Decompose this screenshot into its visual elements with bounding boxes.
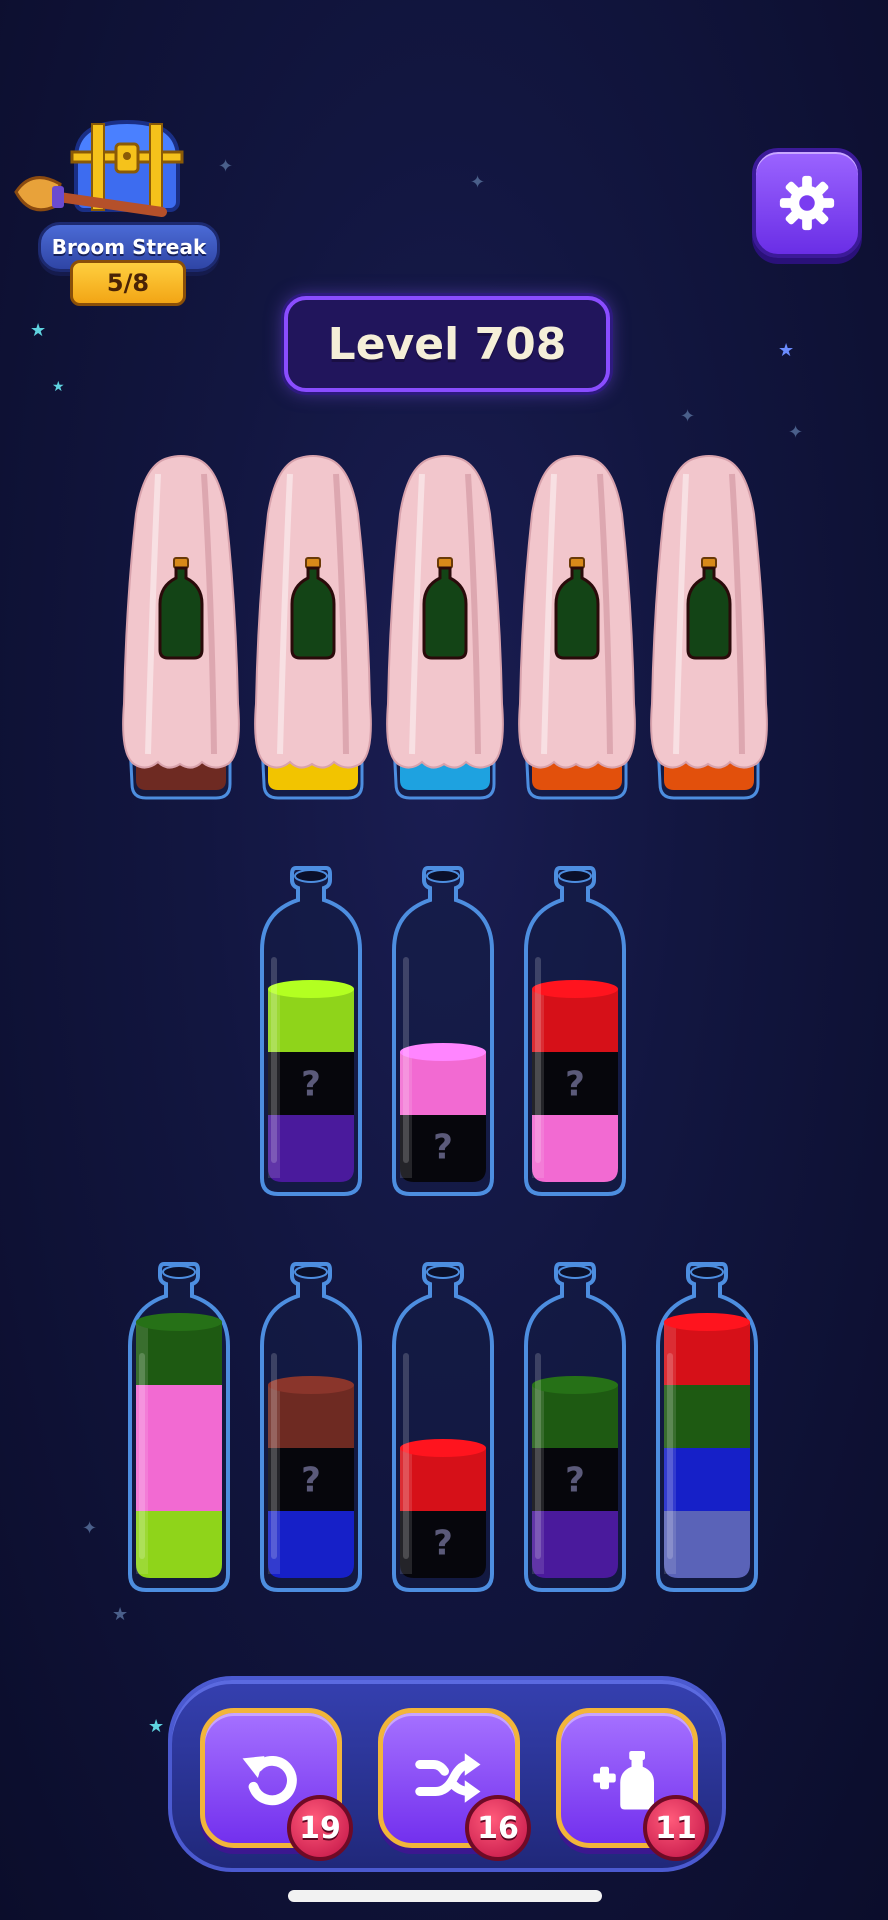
star-decoration: ✦ [218,156,234,177]
bottle[interactable] [124,1256,234,1596]
hidden-layer-question-mark: ? [301,1461,321,1501]
undo-count-badge: 19 [287,1795,353,1861]
liquid-layer-pink [532,1115,618,1182]
liquid-layer-green [664,1385,750,1448]
hidden-layer-question-mark: ? [433,1524,453,1564]
bottle-glass [128,1262,230,1592]
bottle[interactable]: ? [520,1256,630,1596]
bottle[interactable]: ? [388,860,498,1200]
covered-bottle[interactable] [250,454,372,804]
liquid-layer-purple [532,1511,618,1578]
broom-streak-widget[interactable]: Broom Streak 5/8 [12,118,220,306]
star-decoration: ✦ [470,172,486,193]
bottle[interactable]: ? [256,860,366,1200]
bottle[interactable]: ? [388,1256,498,1596]
covered-bottle[interactable] [514,454,636,804]
undo-button[interactable]: 19 [200,1708,353,1861]
covered-bottle[interactable] [382,454,504,804]
home-indicator [288,1890,602,1902]
star-decoration: ★ [52,379,65,395]
star-decoration: ✦ [680,406,696,427]
liquid-layer-blue [268,1511,354,1578]
hidden-layer-question-mark: ? [565,1461,585,1501]
hidden-layer-question-mark: ? [433,1128,453,1168]
hidden-layer-question-mark: ? [301,1065,321,1105]
liquid-layer-periwinkle [664,1511,750,1578]
bottle-glass: ? [524,1262,626,1592]
level-title: Level 708 [327,318,567,370]
liquid-layer-lime [268,980,354,1052]
liquid-layer-red [664,1313,750,1385]
liquid-layer-pink [136,1448,222,1511]
level-banner: Level 708 [284,296,610,392]
bottle[interactable] [652,1256,762,1596]
add-bottle-count-badge: 11 [643,1795,709,1861]
bottle-glass: ? [392,866,494,1196]
star-decoration: ✦ [82,1518,98,1539]
gear-icon [779,175,835,231]
covered-bottle[interactable] [118,454,240,804]
hidden-liquid-layer: ? [532,1448,618,1511]
liquid-layer-red [400,1439,486,1511]
shuffle-button[interactable]: 16 [378,1708,531,1861]
star-decoration: ★ [148,1716,165,1737]
settings-button[interactable] [752,148,862,258]
liquid-layer-green [532,1376,618,1448]
hidden-liquid-layer: ? [268,1448,354,1511]
hidden-liquid-layer: ? [400,1115,486,1182]
hidden-layer-question-mark: ? [565,1065,585,1105]
bottle[interactable]: ? [256,1256,366,1596]
covered-bottle[interactable] [646,454,768,804]
liquid-layer-red [532,980,618,1052]
shuffle-count-badge: 16 [465,1795,531,1861]
hidden-liquid-layer: ? [268,1052,354,1115]
bottle-glass [656,1262,758,1592]
liquid-layer-blue [664,1448,750,1511]
liquid-layer-purple [268,1115,354,1182]
broom-streak-progress: 5/8 [70,260,186,306]
hidden-liquid-layer: ? [532,1052,618,1115]
liquid-layer-pink [400,1043,486,1115]
star-decoration: ★ [778,340,795,361]
star-decoration: ★ [30,320,47,341]
liquid-layer-brown [268,1376,354,1448]
liquid-layer-pink [136,1385,222,1448]
star-decoration: ✦ [788,422,804,443]
bottle-glass: ? [260,1262,362,1592]
bottle-glass: ? [392,1262,494,1592]
star-decoration: ★ [112,1604,129,1625]
hidden-liquid-layer: ? [400,1511,486,1578]
add-bottle-button[interactable]: 11 [556,1708,709,1861]
bottle[interactable]: ? [520,860,630,1200]
tools-bar: 19 16 11 [168,1676,726,1872]
bottle-glass: ? [260,866,362,1196]
bottle-glass: ? [524,866,626,1196]
liquid-layer-green [136,1313,222,1385]
liquid-layer-lime [136,1511,222,1578]
undo-icon [242,1756,297,1806]
